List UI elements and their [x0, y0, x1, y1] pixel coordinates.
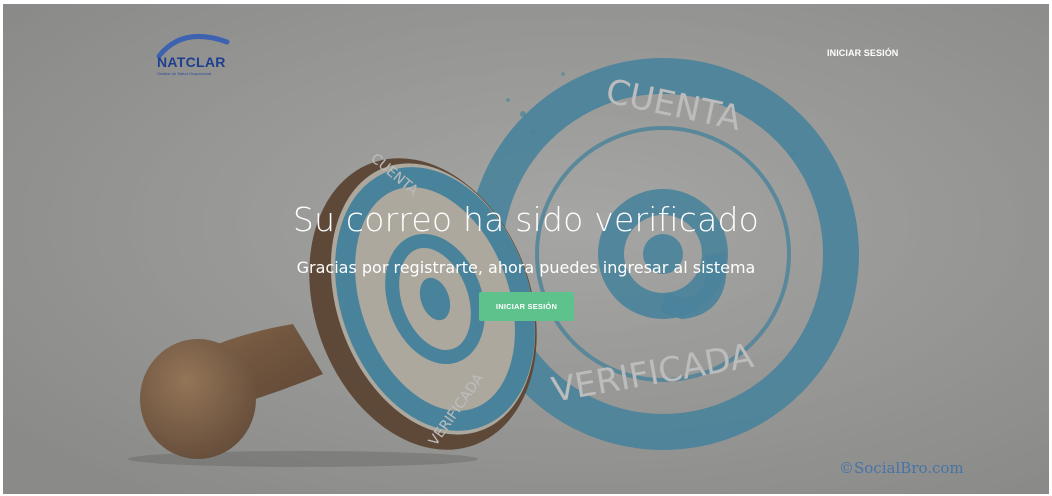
page-frame: CUENTA VERIFICADA CUENTA VERIFICADA NATC…: [3, 4, 1049, 494]
page-title: Su correo ha sido verificado: [292, 200, 760, 239]
image-watermark: ©SocialBro.com: [839, 459, 964, 477]
brand-name: NATCLAR: [157, 54, 226, 70]
page-subtitle: Gracias por registrarte, ahora puedes in…: [296, 258, 756, 277]
brand-tagline: Gestión de Salud Ocupacional: [157, 71, 212, 76]
brand-logo[interactable]: NATCLAR Gestión de Salud Ocupacional: [153, 26, 233, 86]
login-button[interactable]: INICIAR SESIÓN: [479, 292, 574, 321]
nav-login-link[interactable]: INICIAR SESIÓN: [827, 48, 898, 58]
